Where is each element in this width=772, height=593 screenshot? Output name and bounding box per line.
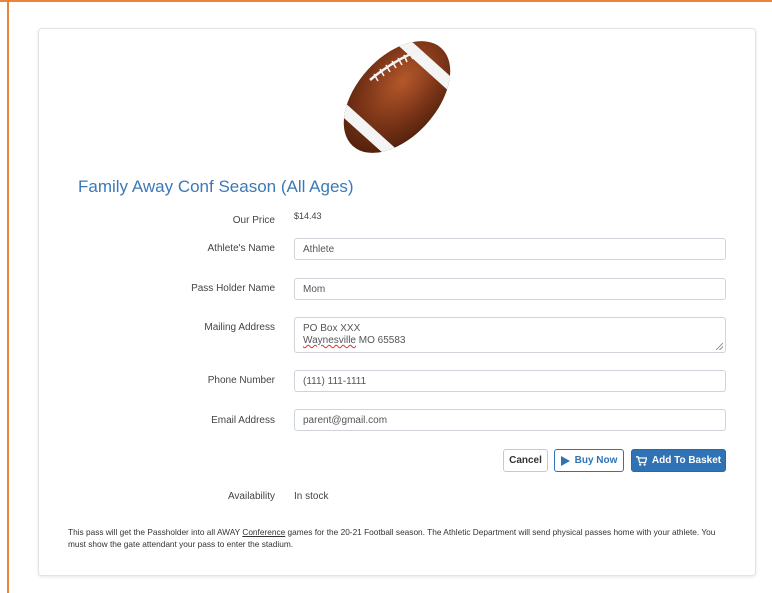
description-text-1: This pass will get the Passholder into a… [68,527,243,537]
phone-number-label: Phone Number [207,375,275,386]
window-frame-left [7,0,9,593]
add-to-basket-button[interactable]: Add To Basket [631,449,726,472]
football-icon [336,32,458,162]
address-line-2: Waynesville MO 65583 [303,335,717,347]
phone-number-input[interactable] [294,370,726,392]
pass-holder-name-input[interactable] [294,278,726,300]
availability-label: Availability [227,491,275,502]
conference-link[interactable]: Conference [242,527,285,537]
address-line-1: PO Box XXX [303,323,361,334]
cancel-button[interactable]: Cancel [503,449,548,472]
resize-handle-icon[interactable] [716,343,723,350]
price-label: Our Price [232,215,275,226]
address-city: Waynesville [303,335,356,346]
play-icon [560,455,570,466]
email-address-label: Email Address [211,415,275,426]
add-to-basket-label: Add To Basket [651,455,722,466]
athlete-name-input[interactable] [294,238,726,260]
cart-icon [635,455,647,466]
buy-now-button[interactable]: Buy Now [554,449,624,472]
mailing-address-textarea[interactable]: PO Box XXX Waynesville MO 65583 [294,317,726,353]
athlete-name-label: Athlete's Name [207,243,276,254]
price-value: $14.43 [294,211,322,221]
window-frame-top [0,0,772,2]
email-address-input[interactable] [294,409,726,431]
availability-value: In stock [294,491,329,502]
product-title: Family Away Conf Season (All Ages) [78,177,354,196]
cancel-label: Cancel [509,455,542,466]
buy-now-label: Buy Now [574,455,618,466]
address-state-zip: MO 65583 [355,335,406,346]
mailing-address-label: Mailing Address [204,322,275,333]
product-description: This pass will get the Passholder into a… [68,526,728,550]
pass-holder-name-label: Pass Holder Name [191,283,275,294]
